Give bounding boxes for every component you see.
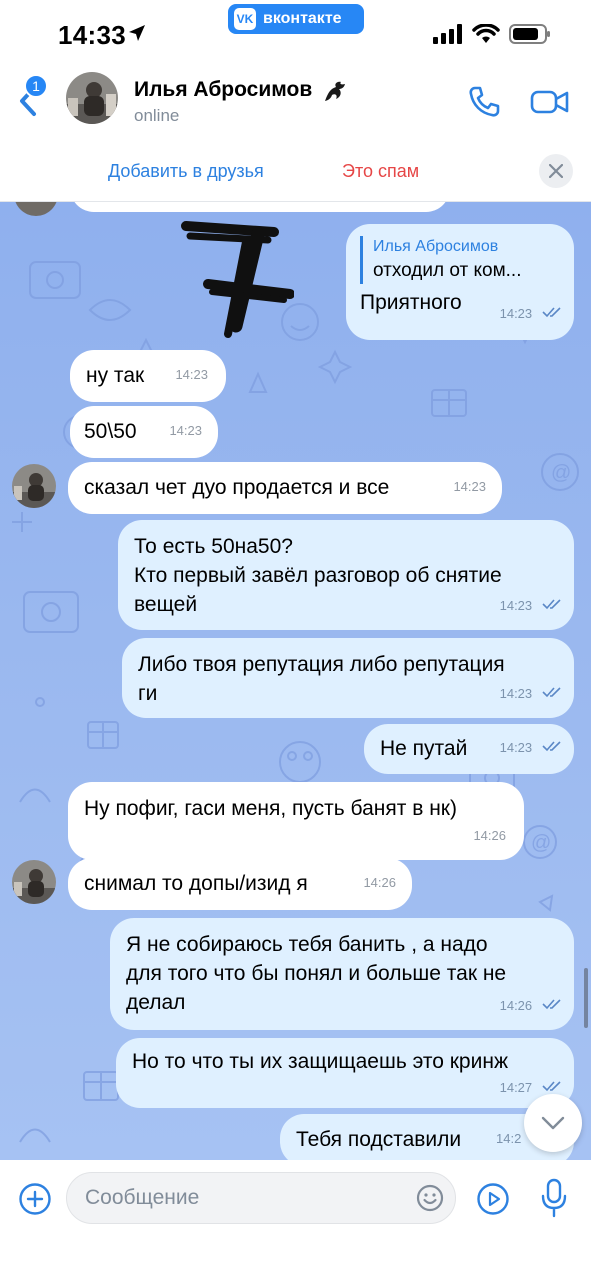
message-text-line: То есть 50на50?: [134, 535, 293, 558]
message-outgoing[interactable]: Но то что ты их защищаешь это кринж 14:2…: [116, 1038, 574, 1108]
double-check-icon: [542, 307, 561, 318]
cellular-signal-icon: [433, 24, 462, 44]
scroll-to-bottom-button[interactable]: [524, 1094, 582, 1152]
message-text: Не путай: [380, 737, 468, 760]
report-spam-button[interactable]: Это спам: [342, 161, 419, 182]
message-text-line: Я не собираюсь тебя банить , а надо: [126, 933, 488, 956]
message-time: 14:27: [499, 1080, 533, 1095]
message-time: 14:23: [169, 423, 202, 438]
message-text: снимал то допы/изид я: [84, 872, 308, 895]
message-incoming[interactable]: Ну пофиг, гаси меня, пусть банят в нк) 1…: [68, 782, 524, 860]
online-status: online: [134, 106, 180, 125]
message-incoming[interactable]: ну так 14:23: [70, 350, 226, 402]
friend-request-bar: Добавить в друзья Это спам: [0, 142, 591, 202]
system-icons: [433, 24, 551, 44]
message-time: 14:23: [499, 598, 533, 613]
unread-badge: 1: [24, 74, 48, 98]
message-text: сказал чет дуо продается и все: [84, 476, 390, 499]
message-time: 14:23: [175, 367, 208, 382]
svg-text:@: @: [551, 462, 571, 484]
reply-text: отходил от ком...: [373, 260, 522, 281]
message-incoming[interactable]: 50\50 14:23: [70, 406, 218, 458]
add-friend-button[interactable]: Добавить в друзья: [108, 161, 264, 182]
close-friend-bar-button[interactable]: [539, 154, 573, 188]
message-text: Тебя подставили: [296, 1128, 462, 1151]
message-outgoing[interactable]: Я не собираюсь тебя банить , а надо для …: [110, 918, 574, 1030]
message-time: 14:26: [499, 998, 533, 1013]
sender-avatar[interactable]: [12, 464, 56, 508]
message-incoming[interactable]: сказал чет дуо продается и все 14:23: [68, 462, 502, 514]
double-check-icon: [542, 741, 561, 752]
double-check-icon: [542, 687, 561, 698]
chevron-down-icon: [541, 1116, 565, 1130]
message-text: Приятного: [360, 291, 462, 314]
message-time: 14:23: [499, 306, 533, 321]
contact-avatar[interactable]: [66, 72, 118, 124]
video-message-icon[interactable]: [476, 1182, 510, 1216]
reply-quote[interactable]: Илья Абросимов отходил от ком...: [360, 236, 560, 284]
chat-header: 1 Илья Абросимов online: [0, 62, 591, 142]
sender-avatar[interactable]: [12, 860, 56, 904]
status-bar: 14:33 VK вконтакте: [0, 0, 591, 62]
reply-author: Илья Абросимов: [373, 238, 499, 255]
message-text-line: Либо твоя репутация либо репутация: [138, 653, 505, 676]
message-text-line: Кто первый завёл разговор об снятие: [134, 564, 502, 587]
message-text-line: ги: [138, 682, 158, 705]
emoji-icon[interactable]: [416, 1184, 444, 1212]
message-outgoing[interactable]: Не путай 14:23: [364, 724, 574, 774]
app-pill-label: вконтакте: [263, 10, 342, 27]
video-camera-icon[interactable]: [530, 86, 570, 118]
message-incoming[interactable]: снимал то допы/изид я 14:26: [68, 858, 412, 910]
message-time: 14:23: [499, 740, 533, 755]
wifi-icon: [472, 24, 500, 43]
battery-icon: [509, 24, 550, 44]
message-composer: [0, 1160, 591, 1280]
dragon-icon: [325, 81, 345, 101]
message-outgoing[interactable]: То есть 50на50? Кто первый завёл разгово…: [118, 520, 574, 630]
vk-logo-icon: VK: [234, 8, 256, 30]
message-outgoing[interactable]: Либо твоя репутация либо репутация ги 14…: [122, 638, 574, 718]
scribble-overlay: [181, 221, 294, 338]
double-check-icon: [542, 599, 561, 610]
message-text-line: вещей: [134, 593, 198, 616]
location-arrow-icon: [129, 25, 145, 41]
message-text-line: делал: [126, 991, 186, 1014]
svg-text:@: @: [531, 832, 551, 854]
message-time: 14:23: [499, 686, 533, 701]
clock: 14:33: [58, 20, 126, 50]
message-input[interactable]: [66, 1172, 456, 1224]
message-time: 14:26: [363, 875, 396, 890]
microphone-icon[interactable]: [540, 1178, 568, 1218]
message-text: ну так: [86, 364, 145, 387]
message-text-line: для того что бы понял и больше так не: [126, 962, 507, 985]
vk-app-pill[interactable]: VK вконтакте: [228, 4, 364, 34]
scrollbar[interactable]: [584, 968, 588, 1028]
message-history[interactable]: @ @ Илья Абросимов отходил от ком... При…: [0, 202, 591, 1160]
message-time: 14:26: [473, 828, 506, 843]
attach-plus-icon[interactable]: [18, 1182, 52, 1216]
double-check-icon: [542, 1081, 561, 1092]
double-check-icon: [542, 999, 561, 1010]
message-text: Но то что ты их защищаешь это кринж: [132, 1050, 508, 1073]
message-text: 50\50: [84, 420, 137, 443]
phone-icon[interactable]: [466, 84, 502, 120]
message-time: 14:23: [453, 479, 486, 494]
message-time: 14:2: [496, 1131, 522, 1146]
message-outgoing[interactable]: Илья Абросимов отходил от ком... Приятно…: [346, 224, 574, 340]
contact-name[interactable]: Илья Абросимов: [134, 78, 312, 102]
close-icon: [549, 164, 563, 178]
message-text: Ну пофиг, гаси меня, пусть банят в нк): [84, 797, 457, 820]
